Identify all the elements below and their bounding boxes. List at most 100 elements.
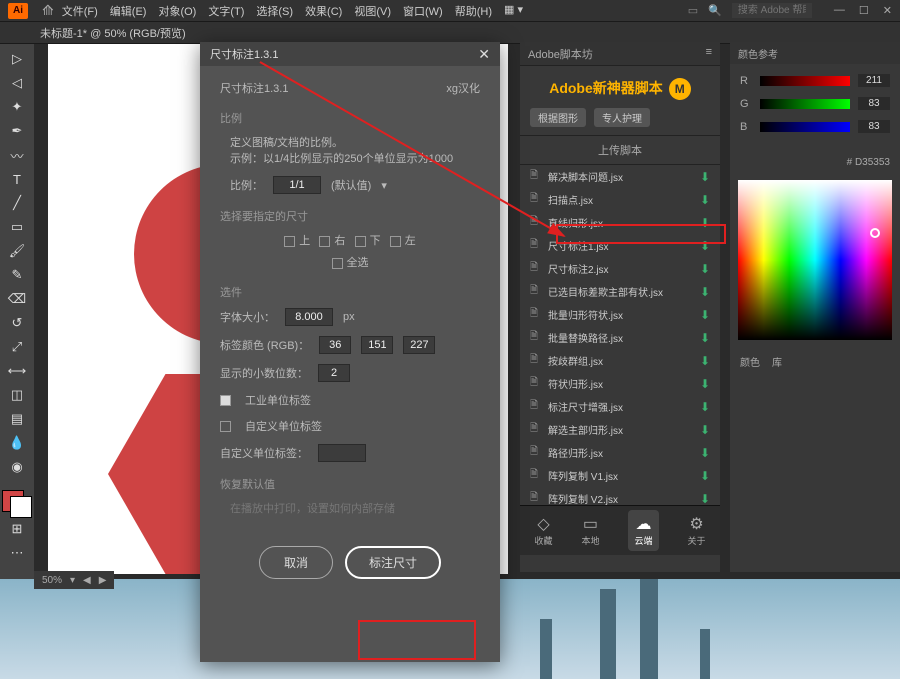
download-icon[interactable]: ⬇: [700, 285, 710, 299]
script-item[interactable]: 🗎标注尺寸增强.jsx⬇: [520, 395, 720, 418]
script-item[interactable]: 🗎尺寸标注2.jsx⬇: [520, 257, 720, 280]
color-spectrum[interactable]: [738, 180, 892, 340]
chk-left[interactable]: [390, 236, 401, 247]
gradient-tool-icon[interactable]: ▤: [4, 408, 30, 430]
script-item[interactable]: 🗎批量替换路径.jsx⬇: [520, 326, 720, 349]
download-icon[interactable]: ⬇: [700, 492, 710, 506]
script-item[interactable]: 🗎阵列复制 V1.jsx⬇: [520, 464, 720, 487]
download-icon[interactable]: ⬇: [700, 446, 710, 460]
menu-file[interactable]: 文件(F): [62, 3, 98, 19]
menu-effect[interactable]: 效果(C): [305, 3, 342, 19]
eraser-tool-icon[interactable]: ⌫: [4, 288, 30, 310]
search-icon[interactable]: 🔍: [708, 4, 722, 17]
menu-type[interactable]: 文字(T): [208, 3, 244, 19]
rotate-tool-icon[interactable]: ↺: [4, 312, 30, 334]
document-tab[interactable]: 未标题-1* @ 50% (RGB/预览): [40, 25, 186, 41]
color-panel-header[interactable]: 颜色参考: [730, 42, 900, 64]
g-value[interactable]: 83: [858, 97, 890, 110]
rgb-g-input[interactable]: [361, 336, 393, 354]
download-icon[interactable]: ⬇: [700, 216, 710, 230]
free-transform-tool-icon[interactable]: ◫: [4, 384, 30, 406]
custom-unit-input[interactable]: [318, 444, 366, 462]
artboard-nav-prev-icon[interactable]: ◀: [83, 575, 91, 586]
edit-toolbar-icon[interactable]: ⋯: [4, 542, 30, 564]
scripts-tab-1[interactable]: 根据图形: [530, 108, 586, 127]
cancel-button[interactable]: 取消: [259, 546, 333, 579]
chk-industrial[interactable]: [220, 395, 231, 406]
script-item[interactable]: 🗎按歧群组.jsx⬇: [520, 349, 720, 372]
download-icon[interactable]: ⬇: [700, 400, 710, 414]
zoom-level[interactable]: 50%: [42, 575, 62, 586]
footer-btn-1[interactable]: ▭本地: [581, 514, 599, 547]
font-size-input[interactable]: [285, 308, 333, 326]
scale-input[interactable]: [273, 176, 321, 194]
panel-menu-icon[interactable]: ≡: [706, 46, 712, 58]
chk-custom-unit[interactable]: [220, 421, 231, 432]
rgb-b-input[interactable]: [403, 336, 435, 354]
artboard-nav-next-icon[interactable]: ▶: [99, 575, 107, 586]
shaper-tool-icon[interactable]: ✎: [4, 264, 30, 286]
script-item[interactable]: 🗎已选目标差欺主部有状.jsx⬇: [520, 280, 720, 303]
dialog-close-icon[interactable]: ✕: [478, 46, 490, 63]
close-icon[interactable]: ✕: [883, 4, 892, 17]
g-slider[interactable]: [760, 99, 850, 109]
brush-tool-icon[interactable]: 🖌: [4, 240, 30, 262]
line-tool-icon[interactable]: ╱: [4, 192, 30, 214]
download-icon[interactable]: ⬇: [700, 170, 710, 184]
scripts-tab-2[interactable]: 专人护理: [594, 108, 650, 127]
direct-select-tool-icon[interactable]: ◁: [4, 72, 30, 94]
stroke-swatch[interactable]: [10, 496, 32, 518]
maximize-icon[interactable]: ☐: [859, 4, 869, 17]
chk-right[interactable]: [319, 236, 330, 247]
script-item[interactable]: 🗎扫描点.jsx⬇: [520, 188, 720, 211]
script-item[interactable]: 🗎尺寸标注1.jsx⬇: [520, 234, 720, 257]
b-slider[interactable]: [760, 122, 850, 132]
b-value[interactable]: 83: [858, 120, 890, 133]
curvature-tool-icon[interactable]: 〰: [4, 144, 30, 166]
footer-btn-0[interactable]: ◇收藏: [534, 514, 552, 547]
zoom-dropdown-icon[interactable]: ▾: [70, 575, 75, 586]
script-item[interactable]: 🗎解选主部归形.jsx⬇: [520, 418, 720, 441]
download-icon[interactable]: ⬇: [700, 377, 710, 391]
menu-extra-icon[interactable]: ▦ ▾: [504, 3, 523, 19]
download-icon[interactable]: ⬇: [700, 469, 710, 483]
menu-object[interactable]: 对象(O): [158, 3, 196, 19]
type-tool-icon[interactable]: T: [4, 168, 30, 190]
rgb-r-input[interactable]: [319, 336, 351, 354]
menu-window[interactable]: 窗口(W): [403, 3, 443, 19]
pen-tool-icon[interactable]: ✒: [4, 120, 30, 142]
chk-all[interactable]: [332, 258, 343, 269]
ok-button[interactable]: 标注尺寸: [345, 546, 441, 579]
chk-top[interactable]: [284, 236, 295, 247]
rect-tool-icon[interactable]: ▭: [4, 216, 30, 238]
menu-edit[interactable]: 编辑(E): [110, 3, 147, 19]
script-item[interactable]: 🗎解决脚本问题.jsx⬇: [520, 165, 720, 188]
script-item[interactable]: 🗎批量归形符状.jsx⬇: [520, 303, 720, 326]
screen-mode-icon[interactable]: ⊞: [4, 518, 30, 540]
script-item[interactable]: 🗎符状归形.jsx⬇: [520, 372, 720, 395]
footer-btn-2[interactable]: ☁云端: [628, 510, 658, 551]
swatch-tab-color[interactable]: 颜色: [740, 354, 760, 369]
spectrum-cursor-icon[interactable]: [870, 228, 880, 238]
search-input[interactable]: [732, 3, 812, 18]
r-value[interactable]: 211: [858, 74, 890, 87]
selection-tool-icon[interactable]: ▷: [4, 48, 30, 70]
script-item[interactable]: 🗎路径归形.jsx⬇: [520, 441, 720, 464]
decimals-input[interactable]: [318, 364, 350, 382]
scale-dropdown-icon[interactable]: ▾: [381, 179, 387, 192]
footer-btn-3[interactable]: ⚙关于: [687, 514, 705, 547]
width-tool-icon[interactable]: ⟷: [4, 360, 30, 382]
chk-bottom[interactable]: [355, 236, 366, 247]
script-item[interactable]: 🗎直线归形.jsx⬇: [520, 211, 720, 234]
home-icon[interactable]: ⟰: [42, 2, 54, 19]
swatch-tab-lib[interactable]: 库: [772, 354, 782, 369]
download-icon[interactable]: ⬇: [700, 331, 710, 345]
download-icon[interactable]: ⬇: [700, 262, 710, 276]
eyedropper-tool-icon[interactable]: 💧: [4, 432, 30, 454]
menu-view[interactable]: 视图(V): [354, 3, 391, 19]
minimize-icon[interactable]: —: [834, 4, 845, 17]
script-item[interactable]: 🗎阵列复制 V2.jsx⬇: [520, 487, 720, 505]
download-icon[interactable]: ⬇: [700, 239, 710, 253]
layout-icon[interactable]: ▭: [688, 4, 698, 17]
download-icon[interactable]: ⬇: [700, 423, 710, 437]
